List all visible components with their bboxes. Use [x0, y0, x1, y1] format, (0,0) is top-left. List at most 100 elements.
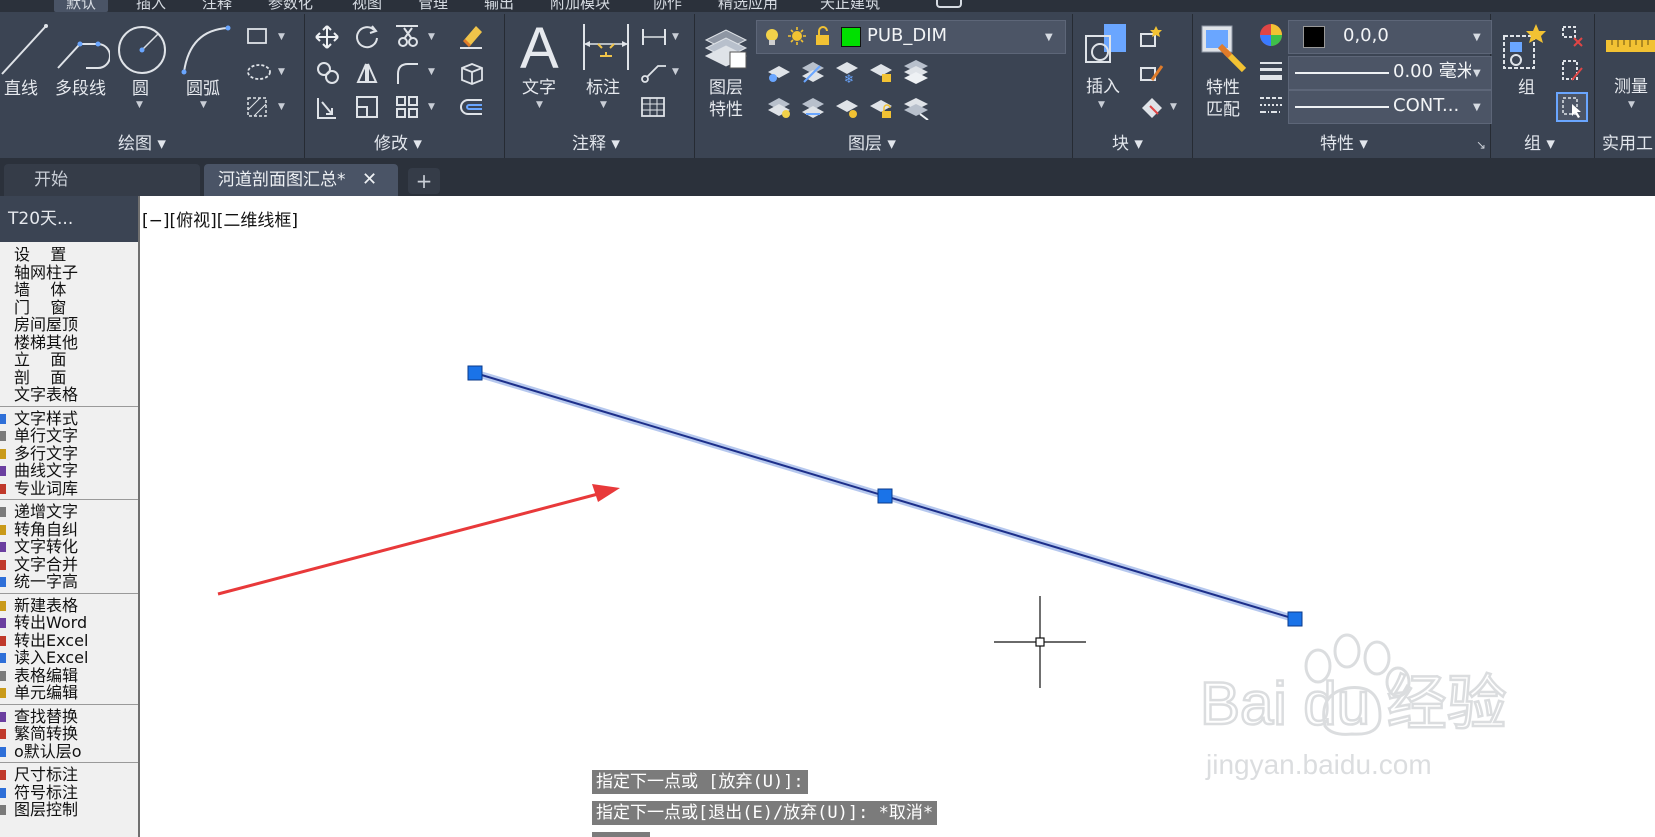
chevron-down-icon[interactable]: ▼ [136, 100, 143, 110]
palette-item[interactable]: 符号标注 [14, 783, 78, 802]
palette-item[interactable]: 尺寸标注 [14, 766, 78, 784]
group-edit-icon[interactable] [1560, 58, 1586, 84]
hatch-icon[interactable] [246, 96, 270, 118]
match-properties-icon[interactable] [1200, 22, 1250, 72]
chevron-down-icon[interactable]: ▼ [1170, 102, 1177, 112]
chevron-down-icon[interactable]: ▼ [536, 100, 543, 110]
dialog-launcher-icon[interactable]: ↘ [1476, 138, 1486, 152]
circle-icon[interactable] [116, 24, 168, 76]
ruler-icon[interactable] [1604, 38, 1655, 54]
ribbon-tab-manage[interactable]: 管理 [418, 0, 448, 12]
ribbon-tab-addins[interactable]: 附加模块 [550, 0, 610, 12]
chevron-down-icon[interactable]: ▼ [1098, 100, 1105, 110]
ellipse-icon[interactable] [246, 62, 272, 82]
chevron-down-icon[interactable]: ▼ [672, 32, 679, 42]
grip-start-point[interactable] [467, 365, 483, 381]
ungroup-icon[interactable] [1560, 24, 1586, 50]
palette-item[interactable]: 墙 体 [14, 281, 66, 299]
palette-item[interactable]: 文字转化 [14, 538, 78, 556]
palette-item[interactable]: 轴网柱子 [14, 263, 78, 282]
chevron-down-icon[interactable]: ▼ [278, 102, 285, 112]
palette-item[interactable]: 单元编辑 [14, 684, 78, 702]
mirror-icon[interactable] [354, 60, 380, 86]
palette-item[interactable]: 转出Excel [14, 631, 88, 650]
palette-item[interactable]: 立 面 [14, 351, 66, 369]
palette-item[interactable]: 读入Excel [14, 649, 88, 667]
polyline-button[interactable]: 多段线 [55, 79, 106, 99]
table-icon[interactable] [640, 96, 666, 118]
layer-unisolate-icon[interactable] [800, 96, 826, 120]
palette-item[interactable]: 单行文字 [14, 427, 78, 445]
chevron-down-icon[interactable]: ▼ [428, 32, 435, 42]
palette-item[interactable]: 设 置 [14, 246, 66, 264]
ribbon-tab-annotate[interactable]: 注释 [202, 0, 232, 12]
palette-title[interactable]: T20天... [0, 196, 138, 242]
annotation-panel-label[interactable]: 注释 ▾ [572, 133, 620, 155]
leader-icon[interactable] [640, 60, 668, 84]
ribbon-tab-tangent[interactable]: 天正建筑 [820, 0, 880, 12]
command-input-line[interactable] [592, 832, 650, 837]
text-icon[interactable]: A [520, 18, 559, 80]
ribbon-tab-output[interactable]: 输出 [484, 0, 514, 12]
palette-item[interactable]: 门 窗 [14, 298, 66, 317]
palette-item[interactable]: 图层控制 [14, 801, 78, 819]
properties-panel-label[interactable]: 特性 ▾ [1320, 133, 1368, 155]
chevron-down-icon[interactable]: ▼ [1628, 100, 1635, 110]
chevron-down-icon[interactable]: ▼ [278, 32, 285, 42]
chevron-down-icon[interactable]: ▼ [672, 67, 679, 77]
layer-properties-icon[interactable] [702, 22, 750, 72]
linetype-icon[interactable] [1258, 92, 1284, 118]
chevron-down-icon[interactable]: ▼ [600, 100, 607, 110]
chevron-down-icon[interactable]: ▼ [278, 67, 285, 77]
match-properties-label-1[interactable]: 特性 [1206, 78, 1240, 98]
stretch-icon[interactable] [314, 94, 340, 120]
palette-item[interactable]: 房间屋顶 [14, 316, 78, 334]
layer-change-icon[interactable] [902, 94, 930, 120]
text-button[interactable]: 文字 [522, 78, 556, 98]
line-icon[interactable] [0, 22, 50, 78]
palette-item[interactable]: 新建表格 [14, 596, 78, 615]
ribbon-tab-view[interactable]: 视图 [352, 0, 382, 12]
modify-panel-label[interactable]: 修改 ▾ [374, 133, 422, 155]
palette-item[interactable]: 剖 面 [14, 368, 66, 387]
ribbon-tab-collaborate[interactable]: 协作 [652, 0, 682, 12]
block-panel-label[interactable]: 块 ▾ [1112, 133, 1143, 155]
trim-icon[interactable] [394, 22, 420, 50]
palette-item[interactable]: 曲线文字 [14, 462, 78, 480]
layer-match-icon[interactable] [902, 58, 930, 84]
layer-on-icon[interactable] [766, 96, 792, 120]
linetype-dropdown[interactable]: CONT... ▼ [1288, 90, 1492, 124]
draw-panel-label[interactable]: 绘图 ▾ [118, 133, 166, 155]
rotate-icon[interactable] [354, 24, 380, 50]
layer-lock-icon[interactable] [868, 60, 894, 84]
palette-item[interactable]: 文字合并 [14, 555, 78, 574]
palette-item[interactable]: 繁简转换 [14, 725, 78, 743]
palette-item[interactable]: 表格编辑 [14, 666, 78, 685]
match-properties-label-2[interactable]: 匹配 [1206, 100, 1240, 120]
measure-button[interactable]: 测量 [1614, 77, 1648, 97]
palette-item[interactable]: 多行文字 [14, 444, 78, 463]
chevron-down-icon[interactable]: ▼ [428, 102, 435, 112]
color-wheel-icon[interactable] [1258, 22, 1284, 48]
arc-button[interactable]: 圆弧 [186, 79, 220, 99]
utilities-panel-label[interactable]: 实用工 [1602, 133, 1653, 155]
group-icon[interactable] [1500, 22, 1550, 72]
copy-icon[interactable] [314, 60, 342, 86]
palette-item[interactable]: 统一字高 [14, 573, 78, 591]
erase-icon[interactable] [458, 22, 484, 50]
layer-unlock-icon[interactable] [868, 96, 894, 120]
grip-end-point[interactable] [1287, 611, 1303, 627]
palette-item[interactable]: 文字样式 [14, 409, 78, 428]
group-button[interactable]: 组 [1518, 78, 1535, 98]
chevron-down-icon[interactable]: ▼ [200, 100, 207, 110]
ribbon-tab-default[interactable]: 默认 [54, 0, 109, 12]
palette-item[interactable]: 转角自纠 [14, 520, 78, 539]
palette-item[interactable]: 转出Word [14, 614, 87, 632]
lineweight-dropdown[interactable]: 0.00 毫米 ▼ [1288, 56, 1492, 90]
ribbon-tab-featured-apps[interactable]: 精选应用 [718, 0, 778, 12]
scale-icon[interactable] [354, 94, 380, 120]
ribbon-tab-parametric[interactable]: 参数化 [268, 0, 313, 12]
palette-item[interactable]: 查找替换 [14, 707, 78, 726]
groups-panel-label[interactable]: 组 ▾ [1524, 133, 1555, 155]
ribbon-extra-icon[interactable] [936, 0, 962, 8]
